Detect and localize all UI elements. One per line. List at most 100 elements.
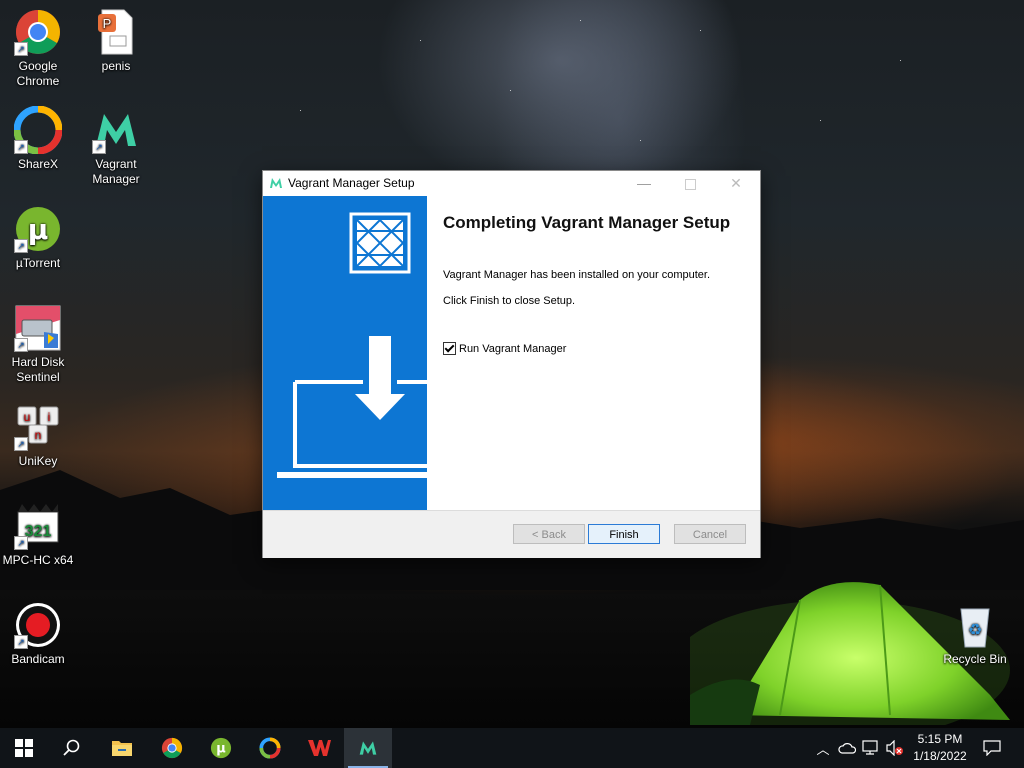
file-explorer-icon <box>112 741 132 756</box>
windows-start-icon <box>15 739 33 757</box>
run-vagrant-manager-checkbox[interactable]: Run Vagrant Manager <box>443 342 566 355</box>
icon-label: ShareX <box>17 157 59 171</box>
svg-text:321: 321 <box>25 523 52 540</box>
chrome-icon: ↗ <box>14 8 62 56</box>
vagrant-manager-icon: ↗ <box>92 106 140 154</box>
taskbar-chrome[interactable] <box>148 728 196 768</box>
shortcut-arrow-icon: ↗ <box>92 140 106 154</box>
icon-label: Sentinel <box>16 370 60 384</box>
wps-office-icon <box>308 740 331 756</box>
svg-text:µ: µ <box>28 213 49 246</box>
show-hidden-icons-button[interactable]: ︿ <box>814 728 832 768</box>
svg-text:♻: ♻ <box>968 620 982 639</box>
taskbar: µ ︿ 5:15 PM 1/18/2022 <box>0 728 1024 768</box>
utorrent-icon: µ ↗ <box>14 205 62 253</box>
clock-time: 5:15 PM <box>917 732 963 746</box>
tray-onedrive[interactable] <box>836 728 858 768</box>
installer-banner <box>263 196 427 510</box>
icon-label: MPC-HC x64 <box>2 553 74 567</box>
setup-dialog: Vagrant Manager Setup — ✕ Completing Vag… <box>262 170 761 558</box>
search-button[interactable] <box>48 728 96 768</box>
icon-label: Bandicam <box>11 652 65 666</box>
unikey-icon: u i n ↗ <box>14 403 62 451</box>
desktop-icon-bandicam[interactable]: ↗ Bandicam <box>0 601 76 667</box>
taskbar-utorrent[interactable]: µ <box>197 728 245 768</box>
chevron-up-icon: ︿ <box>816 741 830 757</box>
wps-presentation-file-icon: P <box>92 8 140 56</box>
action-center-button[interactable] <box>980 728 1004 768</box>
icon-label: penis <box>101 59 131 73</box>
back-button: < Back <box>513 524 585 544</box>
desktop-icon-hard-disk-sentinel[interactable]: ↗ Hard Disk Sentinel <box>0 304 76 385</box>
taskbar-sharex[interactable] <box>246 728 294 768</box>
checkbox-checked-icon[interactable] <box>443 342 456 355</box>
icon-label: Google <box>18 59 58 73</box>
maximize-button <box>667 171 713 195</box>
recycle-bin-icon: ♻ <box>951 601 999 649</box>
icon-label: UniKey <box>18 454 58 468</box>
icon-label: µTorrent <box>15 256 61 270</box>
desktop-icon-vagrant-manager[interactable]: ↗ Vagrant Manager <box>78 106 154 187</box>
hard-disk-sentinel-icon: ↗ <box>14 304 62 352</box>
volume-muted-icon <box>886 740 903 756</box>
icon-label: Chrome <box>16 74 60 88</box>
icon-label: Manager <box>92 172 140 186</box>
taskbar-file-explorer[interactable] <box>98 728 146 768</box>
desktop: ↗ Google Chrome P penis ↗ ShareX ↗ Vagra… <box>0 0 1024 728</box>
desktop-icon-penis[interactable]: P penis <box>78 8 154 74</box>
tray-network[interactable] <box>860 728 882 768</box>
close-instruction-text: Click Finish to close Setup. <box>443 295 576 307</box>
taskbar-vagrant-manager[interactable] <box>344 728 392 768</box>
close-icon: ✕ <box>730 175 742 191</box>
install-complete-text: Vagrant Manager has been installed on yo… <box>443 269 711 281</box>
shortcut-arrow-icon: ↗ <box>14 140 28 154</box>
desktop-icon-mpc-hc[interactable]: 321 ↗ MPC-HC x64 <box>0 502 76 568</box>
desktop-icon-utorrent[interactable]: µ ↗ µTorrent <box>0 205 76 271</box>
icon-label: Vagrant <box>95 157 137 171</box>
shortcut-arrow-icon: ↗ <box>14 239 28 253</box>
sharex-icon <box>259 737 281 759</box>
shortcut-arrow-icon: ↗ <box>14 42 28 56</box>
star <box>510 90 511 91</box>
vagrant-manager-icon <box>359 741 377 755</box>
sharex-icon: ↗ <box>13 105 63 155</box>
checkbox-label[interactable]: Run Vagrant Manager <box>459 343 566 355</box>
star <box>900 60 901 61</box>
close-button: ✕ <box>713 171 759 195</box>
desktop-icon-sharex[interactable]: ↗ ShareX <box>0 105 76 172</box>
clock-date: 1/18/2022 <box>913 749 967 763</box>
star <box>640 140 641 141</box>
search-icon <box>63 739 80 756</box>
star <box>820 120 821 121</box>
star <box>300 110 301 111</box>
desktop-icon-google-chrome[interactable]: ↗ Google Chrome <box>0 8 76 89</box>
dialog-footer: < Back Finish Cancel <box>263 510 760 558</box>
star <box>700 30 701 31</box>
shortcut-arrow-icon: ↗ <box>14 635 28 649</box>
svg-text:P: P <box>103 16 112 31</box>
svg-text:u: u <box>24 410 31 424</box>
finish-button[interactable]: Finish <box>588 524 660 544</box>
shortcut-arrow-icon: ↗ <box>14 536 28 550</box>
utorrent-icon: µ <box>210 737 232 759</box>
installer-banner-graphic <box>277 212 427 478</box>
minimize-button[interactable]: — <box>621 171 667 195</box>
notification-icon <box>983 740 1001 756</box>
star <box>420 40 421 41</box>
start-button[interactable] <box>0 728 48 768</box>
page-heading: Completing Vagrant Manager Setup <box>443 213 731 232</box>
svg-text:i: i <box>48 410 51 424</box>
tray-volume[interactable] <box>884 728 906 768</box>
taskbar-clock[interactable]: 5:15 PM 1/18/2022 <box>905 731 975 765</box>
icon-label: Hard Disk <box>11 355 65 369</box>
desktop-icon-recycle-bin[interactable]: ♻ Recycle Bin <box>937 601 1013 667</box>
mpc-hc-icon: 321 ↗ <box>14 502 62 550</box>
svg-text:µ: µ <box>216 742 226 757</box>
shortcut-arrow-icon: ↗ <box>14 338 28 352</box>
desktop-icon-unikey[interactable]: u i n ↗ UniKey <box>0 403 76 469</box>
vagrant-manager-icon <box>270 178 282 188</box>
taskbar-wps-office[interactable] <box>295 728 343 768</box>
dialog-titlebar[interactable]: Vagrant Manager Setup — ✕ <box>263 171 760 195</box>
shortcut-arrow-icon: ↗ <box>14 437 28 451</box>
network-icon <box>862 740 878 755</box>
